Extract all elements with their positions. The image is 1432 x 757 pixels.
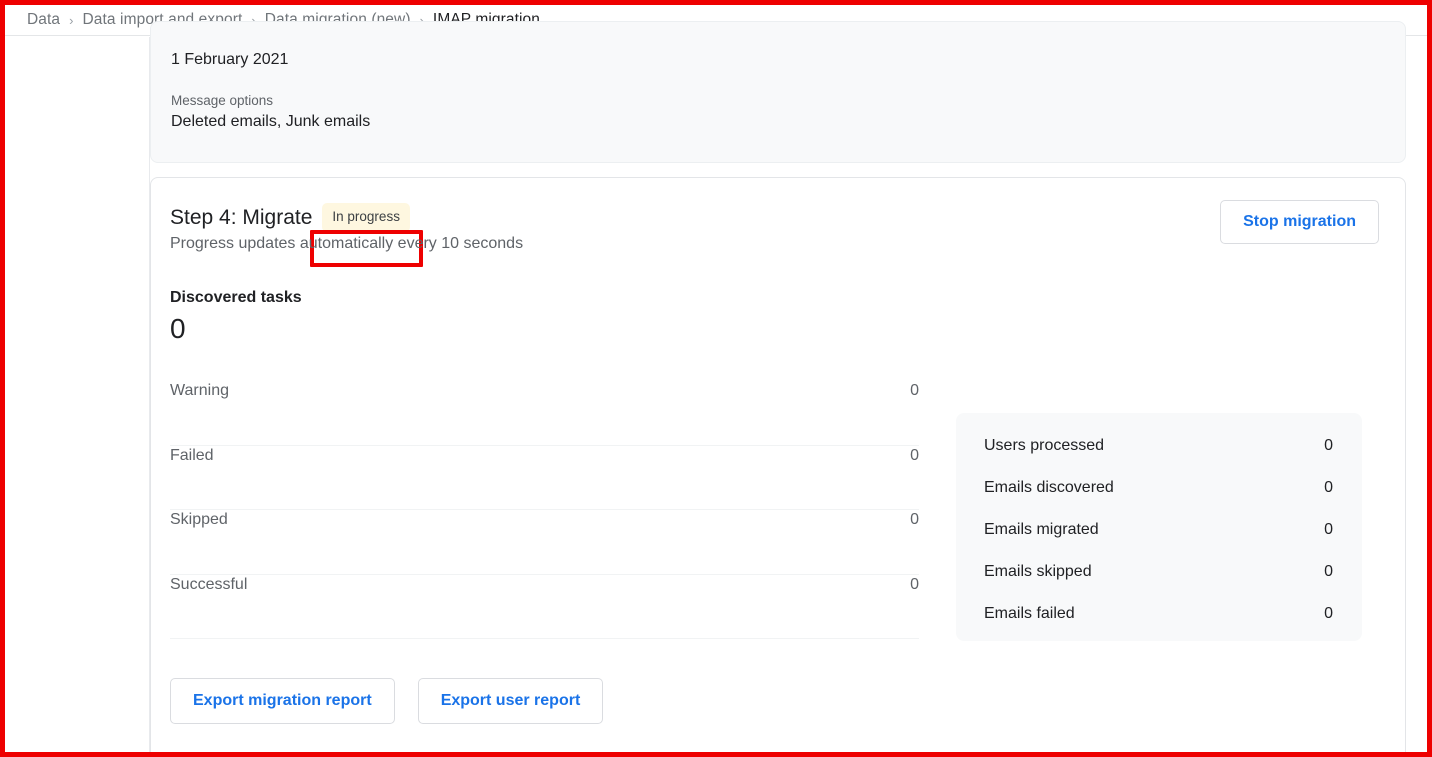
message-options-value: Deleted emails, Junk emails — [171, 113, 371, 130]
main-content: 1 February 2021 Message options Deleted … — [150, 21, 1427, 752]
list-item: Emails failed 0 — [984, 604, 1333, 646]
list-item: Users processed 0 — [984, 436, 1333, 478]
task-name-warning: Warning — [170, 382, 229, 399]
task-name-successful: Successful — [170, 575, 248, 593]
table-row: Warning 0 — [170, 381, 919, 446]
task-name-failed: Failed — [170, 446, 214, 464]
breadcrumb-separator-icon: › — [69, 12, 74, 28]
migration-start-date: 1 February 2021 — [171, 51, 289, 68]
breadcrumb-item-data[interactable]: Data — [27, 11, 60, 29]
task-status-list: Warning 0 Failed 0 Skipped 0 Successful … — [170, 381, 919, 639]
migration-summary-card: 1 February 2021 Message options Deleted … — [150, 21, 1406, 163]
table-row: Failed 0 — [170, 446, 919, 510]
message-options-label: Message options — [171, 93, 274, 108]
table-row: Successful 0 — [170, 575, 919, 639]
stop-migration-button[interactable]: Stop migration — [1220, 200, 1379, 244]
step-header: Step 4: Migrate In progress — [170, 203, 410, 232]
metric-name-emails-discovered: Emails discovered — [984, 479, 1114, 496]
migration-metrics-panel: Users processed 0 Emails discovered 0 Em… — [956, 413, 1362, 641]
metric-value-emails-skipped: 0 — [1324, 563, 1333, 580]
metric-name-users-processed: Users processed — [984, 437, 1105, 454]
list-item: Emails migrated 0 — [984, 520, 1333, 562]
step-4-migrate-card: Step 4: Migrate In progress Progress upd… — [150, 177, 1406, 752]
status-badge: In progress — [322, 203, 410, 232]
metric-value-emails-migrated: 0 — [1324, 521, 1333, 538]
sidebar-rail — [5, 37, 150, 752]
discovered-tasks-label: Discovered tasks — [170, 289, 302, 306]
metric-value-users-processed: 0 — [1324, 437, 1333, 454]
step-subtitle: Progress updates automatically every 10 … — [170, 235, 524, 252]
task-value-warning: 0 — [910, 382, 919, 399]
export-migration-report-button[interactable]: Export migration report — [170, 678, 395, 724]
page-root: Data › Data import and export › Data mig… — [5, 5, 1427, 752]
list-item: Emails discovered 0 — [984, 478, 1333, 520]
metric-name-emails-skipped: Emails skipped — [984, 563, 1092, 580]
screenshot-annotation-frame: Data › Data import and export › Data mig… — [0, 0, 1432, 757]
metric-name-emails-failed: Emails failed — [984, 605, 1075, 622]
list-item: Emails skipped 0 — [984, 562, 1333, 604]
metric-name-emails-migrated: Emails migrated — [984, 521, 1099, 538]
metric-value-emails-discovered: 0 — [1324, 479, 1333, 496]
task-value-failed: 0 — [910, 446, 919, 464]
metric-value-emails-failed: 0 — [1324, 605, 1333, 622]
task-name-skipped: Skipped — [170, 511, 228, 528]
export-buttons-row: Export migration report Export user repo… — [170, 678, 604, 724]
task-value-successful: 0 — [910, 575, 919, 593]
discovered-tasks-count: 0 — [170, 313, 186, 344]
task-value-skipped: 0 — [910, 511, 919, 528]
table-row: Skipped 0 — [170, 510, 919, 575]
page-title: Step 4: Migrate — [170, 205, 313, 229]
discovered-tasks-block: Discovered tasks 0 — [170, 288, 302, 346]
export-user-report-button[interactable]: Export user report — [417, 678, 604, 724]
